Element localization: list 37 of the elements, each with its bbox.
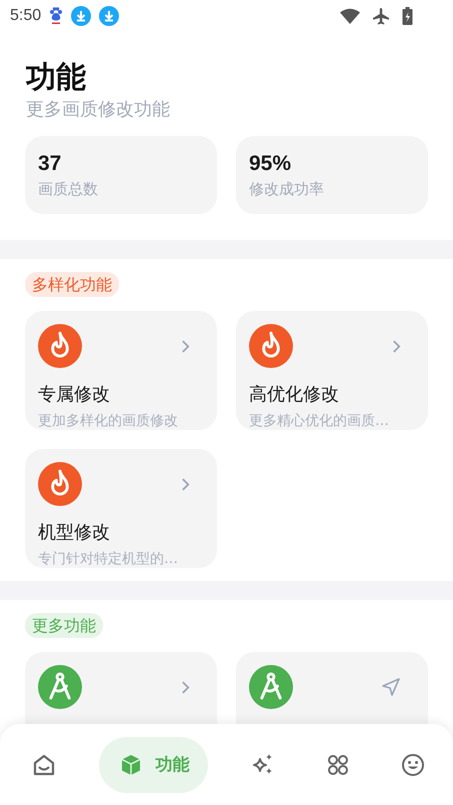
chevron-right-icon: [392, 338, 401, 354]
compass-icon: [249, 665, 293, 709]
airplane-icon: [372, 7, 390, 25]
download-icon: [71, 6, 92, 26]
chevron-right-icon: [181, 680, 190, 694]
page-subtitle: 更多画质修改功能: [26, 98, 171, 122]
wifi-icon: [340, 8, 360, 24]
battery-icon: [402, 7, 413, 25]
feature-card[interactable]: [236, 652, 428, 724]
feature-card[interactable]: [25, 652, 217, 724]
smiley-icon: [400, 752, 426, 778]
section-tag: 多样化功能: [25, 272, 119, 297]
feature-card[interactable]: 高优化修改 更多精心优化的画质…: [236, 311, 428, 430]
card-title: 专属修改: [38, 383, 111, 407]
card-title: 机型修改: [38, 521, 111, 545]
paw-icon: [49, 7, 64, 25]
section-tag: 更多功能: [25, 613, 103, 638]
feature-card[interactable]: 机型修改 专门针对特定机型的…: [25, 449, 217, 568]
flame-icon: [249, 324, 293, 368]
chevron-right-icon: [181, 338, 190, 354]
stat-value: 95%: [249, 151, 292, 177]
flame-icon: [38, 324, 82, 368]
card-description: 专门针对特定机型的…: [38, 550, 179, 569]
send-icon: [381, 677, 401, 697]
clock-time: 5:50: [10, 7, 42, 25]
chevron-right-icon: [181, 476, 190, 492]
stat-value: 37: [38, 151, 62, 177]
stat-label: 修改成功率: [249, 179, 325, 200]
card-description: 更多精心优化的画质…: [249, 412, 390, 431]
feature-card[interactable]: 专属修改 更加多样化的画质修改: [25, 311, 217, 430]
card-title: 高优化修改: [249, 383, 340, 407]
compass-icon: [38, 665, 82, 709]
flame-icon: [38, 462, 82, 506]
card-description: 更加多样化的画质修改: [38, 412, 179, 431]
page-title: 功能: [26, 59, 87, 97]
download-icon: [99, 6, 120, 26]
stat-label: 画质总数: [38, 179, 99, 200]
